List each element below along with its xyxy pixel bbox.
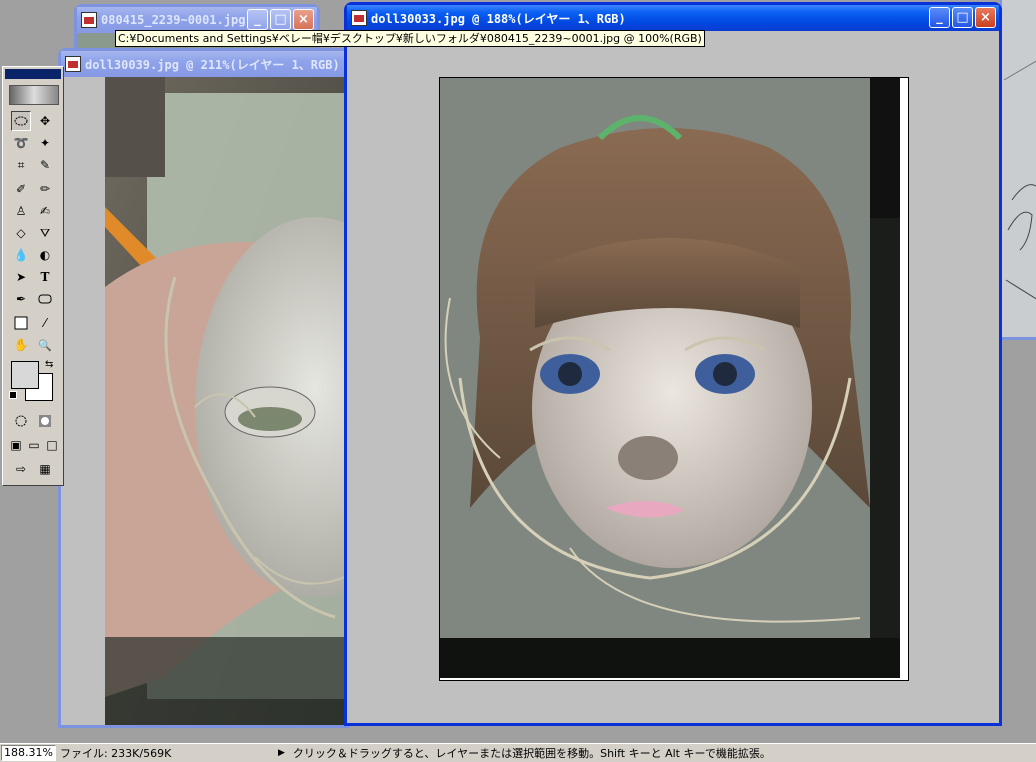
marquee-tool[interactable] <box>11 111 31 131</box>
swap-colors-icon[interactable]: ⇆ <box>45 359 53 370</box>
screen-mode-full-icon[interactable]: □ <box>43 435 61 455</box>
document-icon <box>81 12 97 28</box>
maximize-button[interactable]: □ <box>952 7 973 28</box>
tool-palette[interactable]: ✥ ➰ ✦ ⌗ ✎ ✐ ✏ ♙ ✍ ◇ ⛛ 💧 ◐ ➤ T ✒ ⁄ ✋ 🔍 ⇆ … <box>2 66 64 486</box>
clone-stamp-tool[interactable]: ♙ <box>11 201 31 221</box>
doll-photo-canvas[interactable] <box>439 77 909 681</box>
hand-tool[interactable]: ✋ <box>11 335 31 355</box>
magic-wand-tool[interactable]: ✦ <box>35 133 55 153</box>
type-tool[interactable]: T <box>35 267 55 287</box>
move-tool[interactable]: ✥ <box>35 111 55 131</box>
doll-photo-image <box>440 78 900 678</box>
palette-title-bar[interactable] <box>5 69 61 79</box>
doll-photo-canvas[interactable] <box>105 77 347 725</box>
window-title: 080415_2239~0001.jpg <box>101 13 246 27</box>
color-swatch-area[interactable]: ⇆ <box>9 359 59 403</box>
brush-tool[interactable]: ✐ <box>11 179 31 199</box>
document-icon <box>65 56 81 72</box>
paint-bucket-tool[interactable]: ⛛ <box>35 223 55 243</box>
shape-tool[interactable] <box>35 289 55 309</box>
foreground-color-swatch[interactable] <box>11 361 39 389</box>
status-menu-arrow-icon[interactable]: ▶ <box>278 748 285 758</box>
eyedropper-slice-tool[interactable]: ✎ <box>35 155 55 175</box>
document-icon <box>351 10 367 26</box>
eyedropper-tool[interactable]: ⁄ <box>35 313 55 333</box>
pencil-tool[interactable]: ✏ <box>35 179 55 199</box>
window-title: doll30039.jpg @ 211%(レイヤー 1、RGB) <box>85 57 340 72</box>
notes-tool[interactable] <box>11 313 31 333</box>
maximize-button[interactable]: □ <box>270 9 291 30</box>
title-bar[interactable]: doll30039.jpg @ 211%(レイヤー 1、RGB) <box>61 51 347 77</box>
image-window-doll30033[interactable]: doll30033.jpg @ 188%(レイヤー 1、RGB) _ □ × <box>344 2 1002 726</box>
image-window-doll30039[interactable]: doll30039.jpg @ 211%(レイヤー 1、RGB) <box>58 48 350 728</box>
status-hint-text: クリック＆ドラッグすると、レイヤーまたは選択範囲を移動。Shift キーと Al… <box>292 747 771 760</box>
eraser-tool[interactable]: ◇ <box>11 223 31 243</box>
quick-mask-mode-icon[interactable] <box>35 411 55 431</box>
screen-mode-full-menu-icon[interactable]: ▭ <box>25 435 43 455</box>
path-tooltip: C:¥Documents and Settings¥ベレー帽¥デスクトップ¥新し… <box>115 30 705 47</box>
minimize-button[interactable]: _ <box>929 7 950 28</box>
line-sketch-image <box>1003 60 1036 300</box>
crop-tool[interactable]: ⌗ <box>11 155 31 175</box>
title-bar[interactable]: doll30033.jpg @ 188%(レイヤー 1、RGB) _ □ × <box>347 5 999 31</box>
screen-mode-standard-icon[interactable]: ▣ <box>7 435 25 455</box>
close-button[interactable]: × <box>975 7 996 28</box>
status-bar: 188.31% ファイル: 233K/569K ▶ クリック＆ドラッグすると、レ… <box>0 743 1036 762</box>
pen-tool[interactable]: ✒ <box>11 289 31 309</box>
minimize-button[interactable]: _ <box>247 9 268 30</box>
image-window-right-edge[interactable] <box>1000 0 1036 340</box>
palette-logo <box>9 85 59 105</box>
close-button[interactable]: × <box>293 9 314 30</box>
standard-mode-icon[interactable] <box>11 411 31 431</box>
jump-to-imageready-icon[interactable]: ⇨ <box>11 459 31 479</box>
path-select-tool[interactable]: ➤ <box>11 267 31 287</box>
dodge-tool[interactable]: ◐ <box>35 245 55 265</box>
zoom-level-field[interactable]: 188.31% <box>1 745 56 761</box>
window-title: doll30033.jpg @ 188%(レイヤー 1、RGB) <box>371 11 626 26</box>
file-size-info: ファイル: 233K/569K <box>59 747 172 760</box>
default-colors-icon[interactable] <box>9 391 17 399</box>
history-brush-tool[interactable]: ✍ <box>35 201 55 221</box>
doll-photo-image <box>105 77 347 725</box>
zoom-tool[interactable]: 🔍 <box>35 335 55 355</box>
imageready-icon[interactable]: ▦ <box>35 459 55 479</box>
lasso-tool[interactable]: ➰ <box>11 133 31 153</box>
blur-tool[interactable]: 💧 <box>11 245 31 265</box>
